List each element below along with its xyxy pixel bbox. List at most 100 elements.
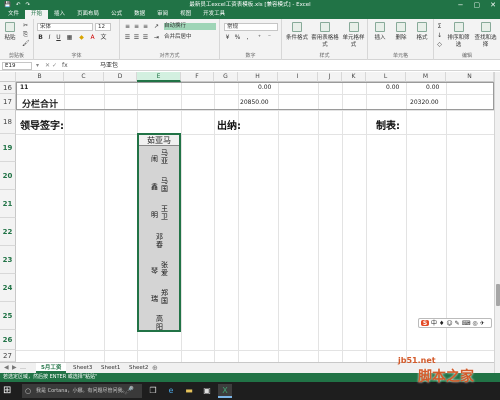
wrap-text-button[interactable]: 自动换行 <box>164 23 216 30</box>
row-header-19[interactable]: 19 <box>0 134 16 162</box>
row-header-25[interactable]: 25 <box>0 302 16 330</box>
format-as-table-button[interactable]: 套用表格格式 <box>311 22 339 49</box>
ime-item[interactable]: ⌨ <box>462 320 471 327</box>
column-header-e[interactable]: E <box>137 72 181 82</box>
cancel-icon[interactable]: ✕ <box>45 61 50 71</box>
row-header-22[interactable]: 22 <box>0 218 16 246</box>
format-button[interactable]: 格式 <box>412 22 432 42</box>
leader-signature-label[interactable]: 领导签字: <box>20 117 64 132</box>
select-all-corner[interactable] <box>0 72 16 82</box>
cell-l16[interactable]: 0.00 <box>386 84 399 91</box>
row-header-26[interactable]: 26 <box>0 330 16 350</box>
cell-h17[interactable]: 20850.00 <box>240 99 269 106</box>
underline-button[interactable]: U <box>55 34 62 41</box>
merge-center-button[interactable]: 合并后居中 <box>164 34 216 41</box>
minimize-button[interactable]: − <box>458 0 464 10</box>
column-header-d[interactable]: D <box>104 72 137 82</box>
ime-item[interactable]: ♦ <box>439 320 444 327</box>
insert-button[interactable]: 插入 <box>370 22 390 42</box>
file-explorer-icon[interactable]: ▬ <box>182 384 196 398</box>
row-header-27[interactable]: 27 <box>0 350 16 362</box>
orientation-icon[interactable]: ↗ <box>153 23 160 30</box>
excel-taskbar-icon[interactable]: X <box>218 384 232 398</box>
paste-button[interactable]: 粘贴 <box>3 22 17 42</box>
maker-label[interactable]: 制表: <box>376 117 400 132</box>
vertical-scrollbar[interactable] <box>494 72 500 373</box>
tab-file[interactable]: 文件 <box>2 10 25 19</box>
ime-item[interactable]: ✎ <box>455 320 460 327</box>
sheet-more-icon[interactable]: … <box>20 363 26 373</box>
row-header-23[interactable]: 23 <box>0 246 16 274</box>
decrease-decimal-icon[interactable]: ⁻ <box>266 34 273 41</box>
tab-review[interactable]: 审阅 <box>151 10 174 19</box>
delete-button[interactable]: 删除 <box>391 22 411 42</box>
row-header-24[interactable]: 24 <box>0 274 16 302</box>
find-select-button[interactable]: 查找和选择 <box>472 22 499 49</box>
cell-m17[interactable]: 20320.00 <box>410 99 439 106</box>
sheet-prev-icon[interactable]: ◀ <box>4 363 9 373</box>
ime-item[interactable]: ◎ <box>472 320 477 327</box>
conditional-format-button[interactable]: 条件格式 <box>284 22 310 42</box>
tab-insert[interactable]: 插入 <box>48 10 71 19</box>
column-header-b[interactable]: B <box>16 72 64 82</box>
clear-icon[interactable]: ◇ <box>436 41 443 48</box>
cell-m16[interactable]: 0.00 <box>426 84 439 91</box>
store-icon[interactable]: ▣ <box>200 384 214 398</box>
row-header-16[interactable]: 16 <box>0 82 16 94</box>
sheet-tab-may-salary[interactable]: 5月工资 <box>36 363 67 373</box>
tab-page-layout[interactable]: 页面布局 <box>71 10 105 19</box>
tab-view[interactable]: 视图 <box>174 10 197 19</box>
border-icon[interactable]: ▦ <box>66 34 73 41</box>
column-header-h[interactable]: H <box>238 72 278 82</box>
cell-b16[interactable]: 11 <box>20 84 28 91</box>
column-header-i[interactable]: I <box>278 72 318 82</box>
selected-cell-e19[interactable]: 茹亚马 马亚 闹 马国 鑫 王卫 明 邓春 张爱 琴 郑国 瑞 高阳 <box>137 133 181 332</box>
format-painter-icon[interactable]: 🖌 <box>22 40 30 47</box>
comma-icon[interactable]: , <box>244 34 251 41</box>
bold-button[interactable]: B <box>37 34 44 41</box>
insert-function-icon[interactable]: fx <box>62 61 68 71</box>
row-header-20[interactable]: 20 <box>0 162 16 190</box>
microphone-icon[interactable]: 🎤 <box>122 384 136 398</box>
align-top-icon[interactable]: ≡ <box>124 23 131 30</box>
formula-input[interactable]: 马亚包 <box>100 61 118 71</box>
column-header-g[interactable]: G <box>214 72 238 82</box>
column-header-l[interactable]: L <box>366 72 406 82</box>
column-header-m[interactable]: M <box>406 72 446 82</box>
ime-item[interactable]: ☺ <box>446 320 452 327</box>
align-bottom-icon[interactable]: ≡ <box>142 23 149 30</box>
number-format-select[interactable]: 常规 <box>224 23 278 31</box>
row-header-17[interactable]: 17 <box>0 94 16 110</box>
font-size-select[interactable]: 12 <box>95 23 111 31</box>
cell-b17[interactable]: 分栏合计 <box>22 97 58 110</box>
row-header-21[interactable]: 21 <box>0 190 16 218</box>
cashier-label[interactable]: 出纳: <box>217 117 241 132</box>
maximize-button[interactable]: ▢ <box>474 0 481 10</box>
column-header-c[interactable]: C <box>64 72 104 82</box>
tab-formulas[interactable]: 公式 <box>105 10 128 19</box>
name-box[interactable]: E19 <box>2 62 32 70</box>
name-box-dropdown-icon[interactable]: ▾ <box>36 61 39 71</box>
tab-home[interactable]: 开始 <box>25 10 49 19</box>
fill-icon[interactable]: ↓ <box>436 32 443 39</box>
align-center-icon[interactable]: ☰ <box>133 34 140 41</box>
scrollbar-thumb[interactable] <box>496 284 500 306</box>
percent-icon[interactable]: % <box>234 34 241 41</box>
column-header-f[interactable]: F <box>181 72 214 82</box>
close-button[interactable]: ✕ <box>490 0 496 10</box>
sheet-next-icon[interactable]: ▶ <box>12 363 17 373</box>
align-right-icon[interactable]: ☰ <box>142 34 149 41</box>
font-color-icon[interactable]: A <box>89 34 96 41</box>
align-left-icon[interactable]: ☰ <box>124 34 131 41</box>
column-header-k[interactable]: K <box>342 72 366 82</box>
sort-filter-button[interactable]: 排序和筛选 <box>445 22 472 49</box>
currency-icon[interactable]: ¥ <box>224 34 231 41</box>
phonetic-icon[interactable]: 文 <box>100 34 107 41</box>
cut-icon[interactable]: ✂ <box>22 22 29 29</box>
autosum-icon[interactable]: Σ <box>436 23 443 30</box>
ime-brand-icon[interactable]: S <box>421 320 429 327</box>
increase-decimal-icon[interactable]: ⁺ <box>256 34 263 41</box>
column-header-j[interactable]: J <box>318 72 342 82</box>
windows-start-icon[interactable]: ⊞ <box>3 385 15 397</box>
ime-item[interactable]: ✈ <box>480 320 485 327</box>
